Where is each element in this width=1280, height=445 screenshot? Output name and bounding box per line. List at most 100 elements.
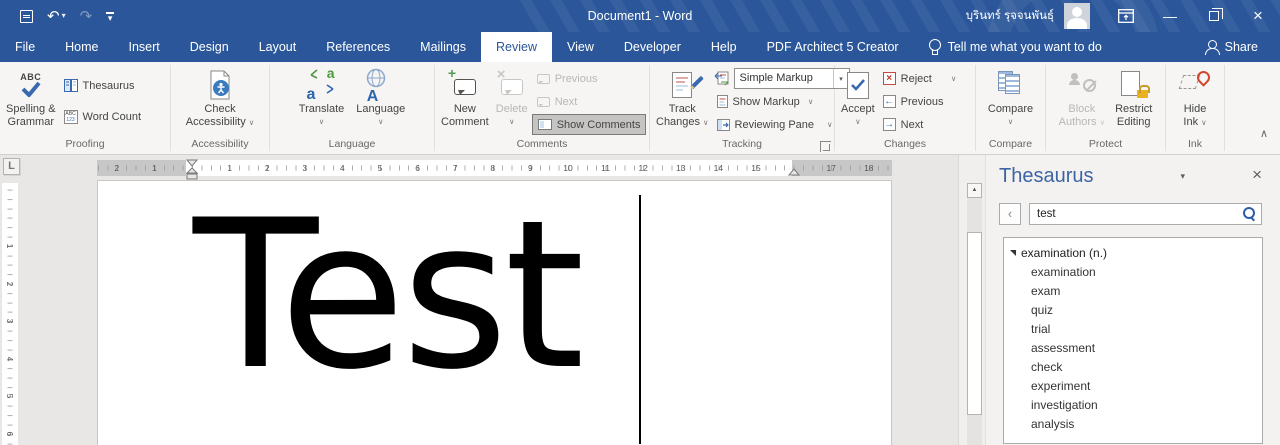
ribbon-tab[interactable]: Insert <box>114 32 175 62</box>
minimize-button[interactable]: — <box>1148 0 1192 32</box>
search-icon[interactable] <box>1242 207 1255 220</box>
ruler-number: 4 <box>5 356 15 361</box>
right-indent-marker[interactable] <box>788 168 800 176</box>
ribbon-tab[interactable]: Mailings <box>405 32 481 62</box>
block-authors-person <box>1069 73 1080 85</box>
group-compare: Compare ∨ Compare <box>976 62 1045 154</box>
vertical-scrollbar[interactable]: ▲ <box>967 183 982 445</box>
ribbon-tab[interactable]: References <box>311 32 405 62</box>
group-label-protect: Protect <box>1046 138 1165 154</box>
restore-button[interactable] <box>1192 0 1236 32</box>
vertical-ruler[interactable]: 123456 <box>2 183 18 445</box>
horizontal-ruler[interactable]: 123456789101112131415171821 <box>97 160 892 176</box>
show-comments-icon-bar <box>540 121 544 128</box>
thesaurus-button[interactable]: Thesaurus <box>59 75 147 96</box>
result-item[interactable]: check <box>1004 358 1262 377</box>
scroll-up-button[interactable]: ▲ <box>967 183 982 198</box>
ribbon-tab[interactable]: Design <box>175 32 244 62</box>
scrollbar-thumb[interactable] <box>967 232 982 415</box>
collapse-ribbon-button[interactable]: ∧ <box>1260 127 1268 140</box>
share-button[interactable]: Share <box>1205 32 1280 62</box>
result-item[interactable]: investigation <box>1004 396 1262 415</box>
redo-button[interactable]: ↷ <box>80 9 93 24</box>
ribbon-tab[interactable]: Help <box>696 32 752 62</box>
pane-options-button[interactable]: ▾ <box>1180 171 1185 182</box>
ruler-number: 15 <box>751 163 760 173</box>
previous-comment-button[interactable]: Previous <box>532 68 647 89</box>
undo-dropdown-icon[interactable]: ▾ <box>62 12 66 20</box>
reject-button[interactable]: × Reject ∨ <box>878 68 962 89</box>
word-count-button[interactable]: ABC123 Word Count <box>59 106 147 127</box>
result-item[interactable]: experiment <box>1004 377 1262 396</box>
ribbon-tab[interactable]: File <box>0 32 50 62</box>
ribbon-tab[interactable]: Home <box>50 32 113 62</box>
next-change-button[interactable]: → Next <box>878 114 962 135</box>
indent-markers[interactable] <box>186 159 198 181</box>
tab-stop-selector[interactable]: L <box>3 158 20 175</box>
undo-button[interactable]: ↶▾ <box>47 9 66 24</box>
ribbon-tab[interactable]: Developer <box>609 32 696 62</box>
translate-button[interactable]: a a Translate ∨ <box>296 64 347 138</box>
show-comments-button[interactable]: Show Comments <box>532 114 647 135</box>
spelling-grammar-button[interactable]: ABC Spelling & Grammar <box>3 64 59 138</box>
tracking-dialog-launcher[interactable] <box>820 141 831 152</box>
customize-qat-button[interactable]: ▾ <box>106 12 114 20</box>
ribbon-display-options-icon <box>1118 9 1134 23</box>
new-comment-button[interactable]: + New Comment <box>438 64 492 138</box>
check-accessibility-button[interactable]: Check Accessibility∨ <box>183 64 257 138</box>
avatar[interactable] <box>1064 3 1090 29</box>
track-changes-button[interactable]: Track Changes∨ <box>653 64 712 138</box>
document-text[interactable]: Test <box>193 189 581 404</box>
ruler-number: 6 <box>415 163 420 173</box>
hide-ink-button[interactable]: Hide Ink∨ <box>1177 64 1213 138</box>
result-item[interactable]: exam <box>1004 282 1262 301</box>
delete-comment-button[interactable]: × Delete ∨ <box>492 64 532 138</box>
ribbon-tab[interactable]: Review <box>481 32 552 62</box>
close-button[interactable]: × <box>1236 0 1280 32</box>
ribbon-tab[interactable]: Layout <box>244 32 312 62</box>
next-comment-button[interactable]: Next <box>532 91 647 112</box>
user-name[interactable]: บุรินทร์ รุจจนพันธุ์ <box>966 7 1054 25</box>
result-item[interactable]: analysis <box>1004 415 1262 434</box>
language-button[interactable]: A Language ∨ <box>353 64 408 138</box>
accept-button[interactable]: Accept ∨ <box>838 64 878 138</box>
document-page[interactable]: Test <box>97 180 892 445</box>
spelling-label-line2: Grammar <box>8 116 54 129</box>
track-changes-chevron-icon: ∨ <box>703 118 709 127</box>
thesaurus-search-input[interactable] <box>1029 203 1262 225</box>
ruler-number: 17 <box>826 163 835 173</box>
result-item[interactable]: quiz <box>1004 301 1262 320</box>
previous-change-button[interactable]: ← Previous <box>878 91 962 112</box>
ruler-number: 7 <box>453 163 458 173</box>
result-item[interactable]: examination <box>1004 263 1262 282</box>
language-icon: A <box>366 67 396 103</box>
check-accessibility-chevron-icon: ∨ <box>249 118 255 127</box>
result-heading-text: examination (n.) <box>1021 246 1107 260</box>
thesaurus-search-row: ‹ <box>999 203 1262 225</box>
ribbon-tab[interactable]: PDF Architect 5 Creator <box>752 32 914 62</box>
tell-me-box[interactable]: Tell me what you want to do <box>928 32 1102 62</box>
ribbon-tab[interactable]: View <box>552 32 609 62</box>
compare-button[interactable]: Compare ∨ <box>985 64 1036 138</box>
result-heading[interactable]: examination (n.) <box>1004 244 1262 263</box>
show-markup-button[interactable]: Show Markup ∨ <box>712 91 852 112</box>
save-button[interactable] <box>20 10 33 23</box>
display-for-review-combobox[interactable]: Simple Markup ▾ <box>734 68 850 89</box>
pane-close-button[interactable]: × <box>1252 165 1262 185</box>
reviewing-pane-button[interactable]: Reviewing Pane ∨ <box>712 114 852 135</box>
spelling-grammar-icon: ABC <box>20 67 42 103</box>
result-item[interactable]: assessment <box>1004 339 1262 358</box>
group-proofing-body: ABC Spelling & Grammar Thesaurus ABC123 <box>0 62 170 138</box>
group-changes: Accept ∨ × Reject ∨ ← Previous → Next <box>835 62 975 154</box>
ruler-number: 2 <box>5 281 15 286</box>
back-button[interactable]: ‹ <box>999 203 1021 225</box>
restore-icon <box>1209 11 1219 21</box>
avatar-head-icon <box>1072 7 1082 17</box>
result-item[interactable]: trial <box>1004 320 1262 339</box>
block-authors-slash <box>1083 79 1096 92</box>
ribbon-display-options-button[interactable] <box>1104 0 1148 32</box>
restrict-editing-button[interactable]: Restrict Editing <box>1112 64 1155 138</box>
track-changes-icon <box>667 67 697 103</box>
block-authors-button[interactable]: Block Authors∨ <box>1056 64 1108 138</box>
collapse-triangle-icon[interactable] <box>1010 250 1016 256</box>
